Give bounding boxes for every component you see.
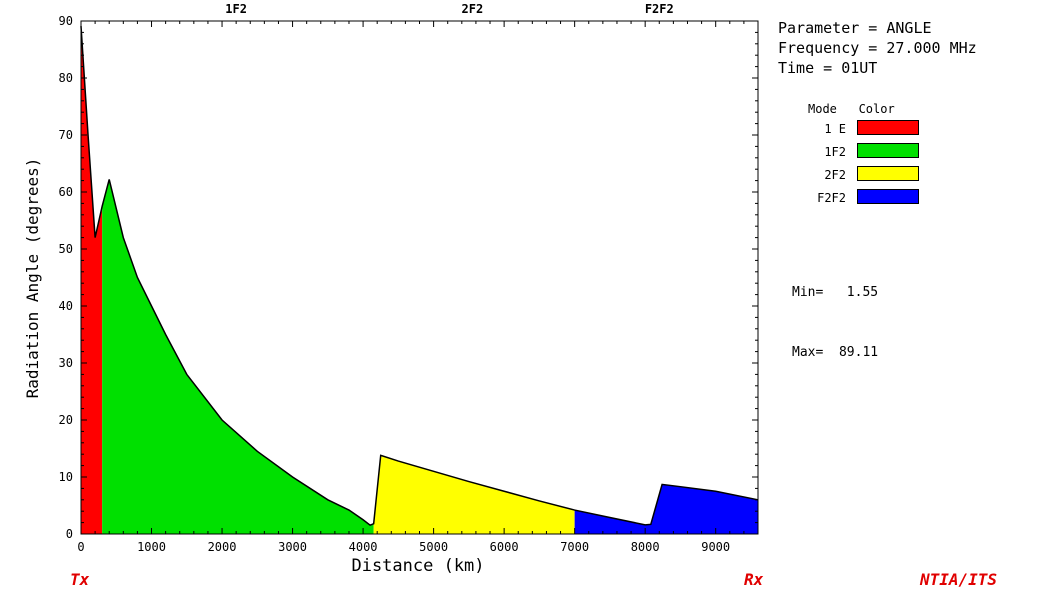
top-mode-label: F2F2 (645, 2, 674, 16)
top-mode-label: 1F2 (225, 2, 247, 16)
rx-label: Rx (744, 570, 764, 589)
x-tick-label: 6000 (490, 540, 519, 554)
legend-mode-label: F2F2 (817, 191, 846, 205)
y-tick-label: 0 (66, 527, 73, 541)
legend-item-2f2: 2F2 (800, 164, 930, 184)
area-1f2 (102, 179, 374, 534)
top-mode-labels: 1F2 2F2 F2F2 (225, 2, 673, 16)
x-tick-label: 0 (77, 540, 84, 554)
radiation-angle-chart: 0 1000 2000 3000 4000 5000 6000 7000 8000 9000 0 10… (23, 2, 759, 576)
x-tick-label: 3000 (278, 540, 307, 554)
x-tick-label: 5000 (419, 540, 448, 554)
min-max-stats: Min= 1.55 Max= 89.11 (792, 243, 878, 383)
legend-swatch (857, 143, 919, 158)
x-tick-label: 4000 (349, 540, 378, 554)
x-axis-label: Distance (km) (351, 556, 484, 576)
min-value: Min= 1.55 (792, 285, 879, 300)
max-value: Max= 89.11 (792, 345, 879, 360)
legend-item-1f2: 1F2 (800, 141, 930, 161)
area-f2f2 (574, 484, 758, 534)
y-tick-label: 20 (59, 413, 73, 427)
legend-mode-label: 1 E (824, 122, 846, 136)
legend-item-1e: 1 E (800, 118, 930, 138)
area-1e (81, 26, 103, 535)
y-tick-label: 10 (59, 470, 73, 484)
legend-swatch (857, 120, 919, 135)
y-tick-label: 60 (59, 185, 73, 199)
time-line: Time = 01UT (778, 59, 878, 77)
legend-item-f2f2: F2F2 (800, 187, 930, 207)
parameter-info: Parameter = ANGLE Frequency = 27.000 MHz… (778, 18, 977, 78)
y-tick-label: 90 (59, 14, 73, 28)
x-tick-label: 8000 (631, 540, 660, 554)
legend-swatch (857, 189, 919, 204)
x-tick-label: 2000 (208, 540, 237, 554)
x-tick-label: 7000 (560, 540, 589, 554)
y-tick-label: 80 (59, 71, 73, 85)
tx-label: Tx (70, 570, 90, 589)
x-tick-label: 9000 (701, 540, 730, 554)
y-tick-label: 40 (59, 299, 73, 313)
top-mode-label: 2F2 (462, 2, 484, 16)
legend-mode-label: 2F2 (824, 168, 846, 182)
y-tick-label: 30 (59, 356, 73, 370)
frequency-line: Frequency = 27.000 MHz (778, 39, 977, 57)
parameter-line: Parameter = ANGLE (778, 19, 932, 37)
x-tick-label: 1000 (137, 540, 166, 554)
legend-swatch (857, 166, 919, 181)
y-axis-label: Radiation Angle (degrees) (23, 158, 42, 399)
area-2f2 (373, 455, 575, 534)
mode-areas (81, 26, 758, 535)
legend-mode-label: 1F2 (824, 145, 846, 159)
y-tick-label: 70 (59, 128, 73, 142)
ntia-its-label: NTIA/ITS (920, 570, 998, 589)
y-tick-label: 50 (59, 242, 73, 256)
legend-header: Mode Color (808, 102, 895, 116)
